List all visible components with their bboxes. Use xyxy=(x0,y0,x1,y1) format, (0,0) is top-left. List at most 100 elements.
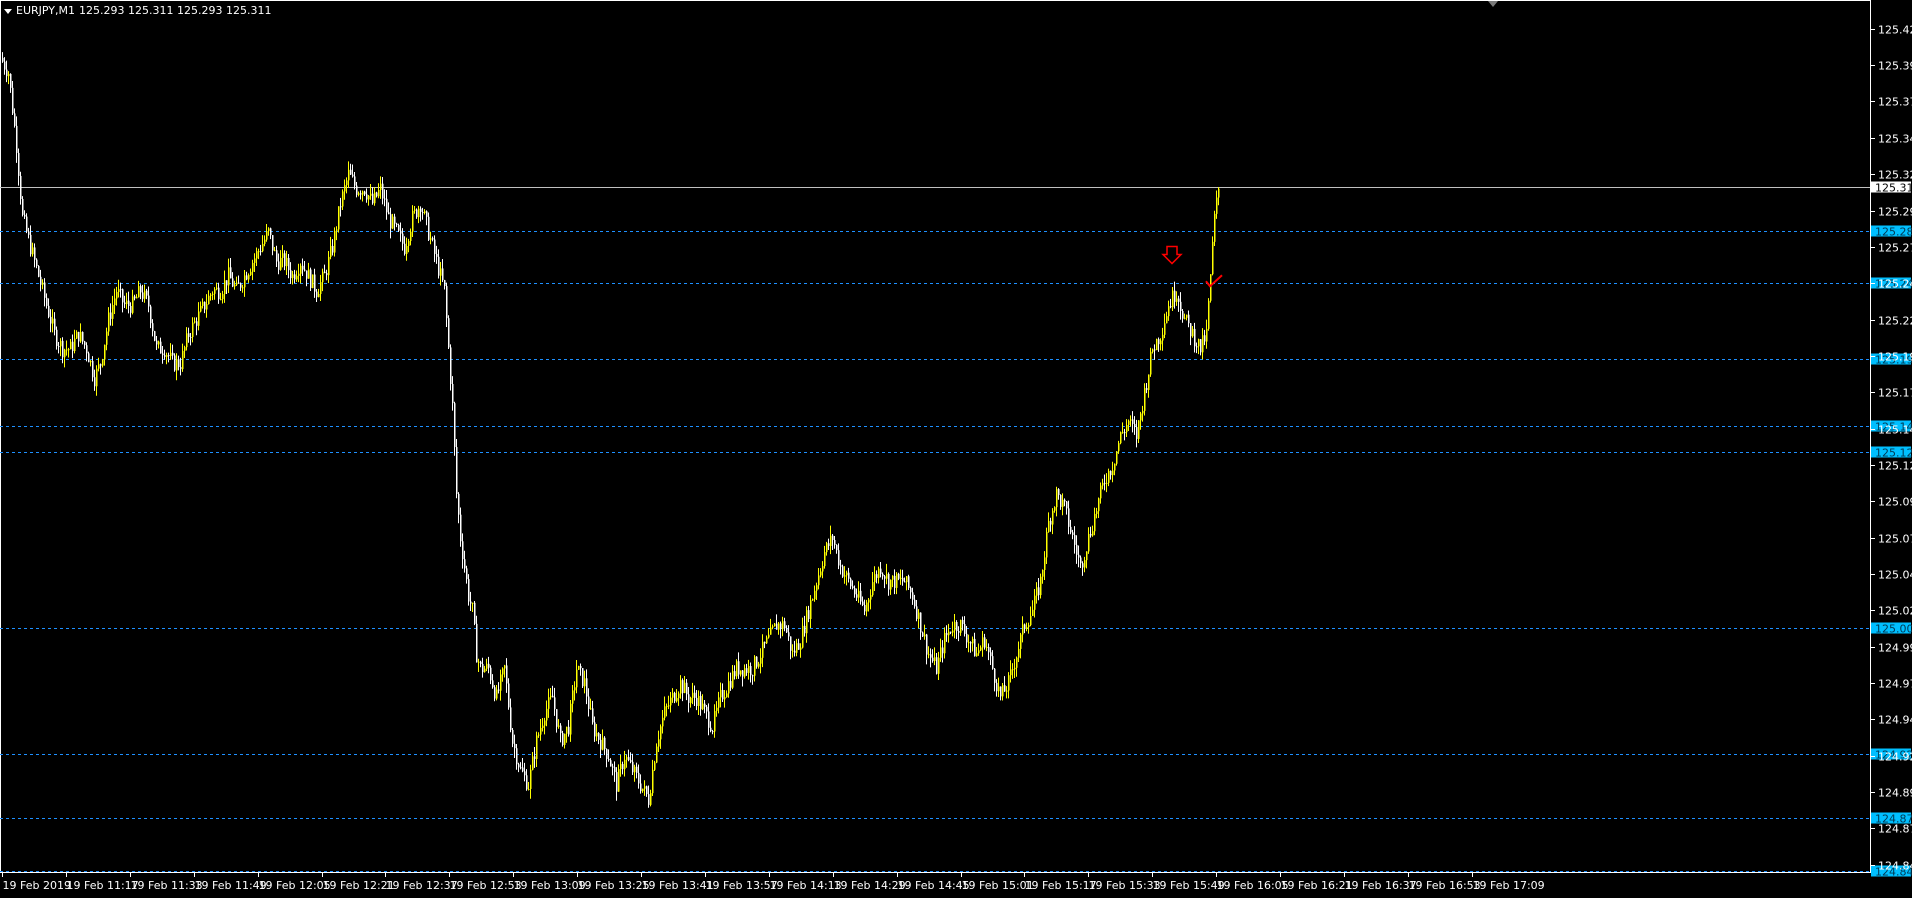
candle-body xyxy=(632,761,634,773)
candle-body xyxy=(124,302,126,305)
candle-body xyxy=(770,627,772,635)
y-tick-label: 124.920 xyxy=(1878,751,1912,764)
candle-body xyxy=(1066,501,1068,509)
candle-body xyxy=(1010,669,1012,676)
candle-body xyxy=(1196,346,1198,348)
candle-body xyxy=(42,282,44,285)
candle-body xyxy=(590,708,592,710)
candle-body xyxy=(276,250,278,262)
candle-body xyxy=(498,689,500,691)
candle-body xyxy=(636,766,638,773)
y-tick-label: 125.420 xyxy=(1878,24,1912,37)
candle-body xyxy=(1194,328,1196,347)
candle-body xyxy=(686,682,688,695)
chevron-down-icon[interactable] xyxy=(4,8,12,14)
candle-body xyxy=(876,574,878,578)
candle-body xyxy=(112,305,114,319)
candle-body xyxy=(792,650,794,652)
candle-body xyxy=(286,257,288,267)
candle-body xyxy=(18,152,20,176)
candle-body xyxy=(104,344,106,360)
candle-body xyxy=(122,289,124,303)
candle-body xyxy=(900,577,902,579)
candle-body xyxy=(162,353,164,356)
candle-body xyxy=(300,265,302,274)
candle-body xyxy=(1008,675,1010,691)
candle-body xyxy=(1002,685,1004,697)
candle-body xyxy=(176,359,178,371)
candle-body xyxy=(308,269,310,279)
candle-body xyxy=(914,599,916,607)
candle-body xyxy=(532,756,534,770)
candle-body xyxy=(1024,624,1026,630)
candle-body xyxy=(846,572,848,576)
candle-body xyxy=(938,657,940,674)
candle-body xyxy=(634,766,636,773)
candle-body xyxy=(860,590,862,602)
candle-body xyxy=(1040,576,1042,596)
candle-body xyxy=(56,329,58,347)
candle-body xyxy=(966,633,968,643)
price-chart[interactable]: 125.281125.245125.193125.147125.129125.0… xyxy=(0,0,1912,898)
candle-body xyxy=(302,265,304,270)
candle-body xyxy=(362,191,364,195)
candle-body xyxy=(312,274,314,288)
candle-body xyxy=(306,270,308,279)
candle-body xyxy=(842,566,844,577)
candle-body xyxy=(996,682,998,692)
candle-body xyxy=(608,758,610,761)
candle-body xyxy=(810,600,812,620)
candle-body xyxy=(670,697,672,706)
candle-body xyxy=(618,769,620,792)
candle-body xyxy=(1128,420,1130,425)
candle-body xyxy=(1138,420,1140,439)
candle-body xyxy=(1154,349,1156,351)
candle-body xyxy=(428,216,430,240)
candle-body xyxy=(1118,443,1120,452)
candle-body xyxy=(680,680,682,694)
candle-body xyxy=(256,251,258,259)
candle-body xyxy=(1090,533,1092,536)
candle-body xyxy=(1016,657,1018,668)
candle-body xyxy=(522,767,524,772)
candle-body xyxy=(654,762,656,770)
candle-body xyxy=(884,576,886,579)
candle-body xyxy=(736,661,738,677)
candle-body xyxy=(1148,374,1150,390)
candle-body xyxy=(942,647,944,654)
candle-body xyxy=(496,689,498,699)
candle-body xyxy=(444,280,446,287)
candle-body xyxy=(280,257,282,270)
candle-body xyxy=(164,355,166,357)
candle-body xyxy=(202,301,204,306)
x-tick-label: 19 Feb 13:41 xyxy=(642,879,714,892)
candle-body xyxy=(154,331,156,341)
candle-body xyxy=(764,641,766,644)
candle-body xyxy=(196,321,198,326)
candle-body xyxy=(976,653,978,657)
candle-body xyxy=(836,545,838,551)
candle-body xyxy=(892,575,894,580)
candle-body xyxy=(1004,685,1006,692)
candle-body xyxy=(854,588,856,595)
candle-body xyxy=(832,535,834,540)
candle-body xyxy=(1216,197,1218,214)
candle-body xyxy=(160,341,162,354)
x-tick-label: 19 Feb 11:33 xyxy=(131,879,203,892)
candle-body xyxy=(304,269,306,271)
candle-body xyxy=(866,602,868,612)
candle-body xyxy=(220,299,222,301)
candle-body xyxy=(826,543,828,553)
candle-body xyxy=(1190,323,1192,337)
candle-body xyxy=(586,678,588,697)
candle-body xyxy=(86,345,88,354)
candle-body xyxy=(88,353,90,363)
candle-body xyxy=(1210,274,1212,301)
candle-body xyxy=(1022,624,1024,635)
candle-body xyxy=(478,661,480,663)
candle-body xyxy=(694,692,696,698)
candle-body xyxy=(506,665,508,684)
chart-area[interactable]: 125.281125.245125.193125.147125.129125.0… xyxy=(0,0,1912,898)
candle-body xyxy=(1110,470,1112,476)
candle-body xyxy=(134,296,136,299)
